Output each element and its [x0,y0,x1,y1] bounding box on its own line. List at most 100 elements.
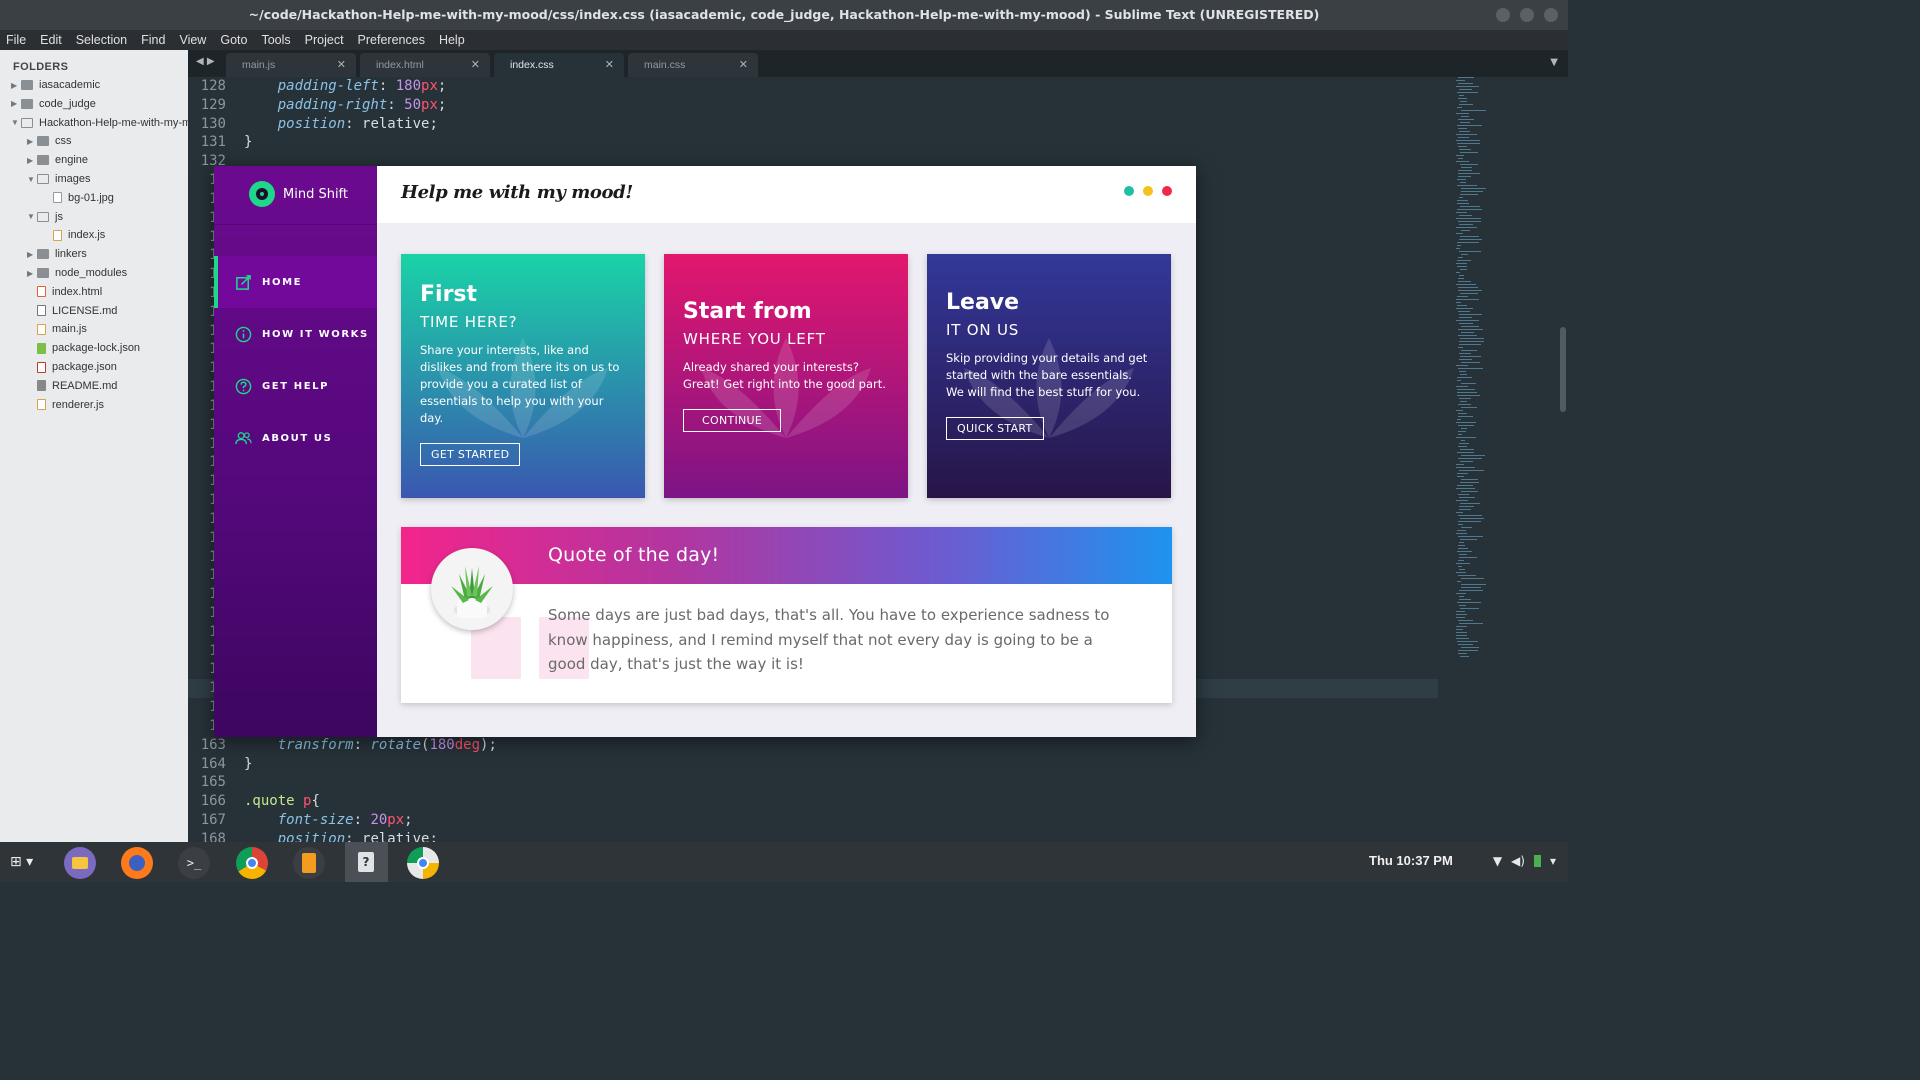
minimap-line [1461,110,1486,111]
tab-index-css[interactable]: index.css ✕ [494,53,624,77]
code-line[interactable]: 130 position: relative; [188,115,1438,134]
menu-find[interactable]: Find [141,33,165,47]
sublime-icon[interactable] [293,847,325,879]
sidebar-item[interactable]: LICENSE.md [27,302,117,320]
card-subtitle: TIME HERE? [420,313,518,331]
sidebar-item[interactable]: renderer.js [27,396,104,414]
sidebar-item[interactable]: README.md [27,377,117,395]
sidebar-item[interactable]: ▶ node_modules [27,264,127,282]
nav-label: HOW IT WORKS [262,328,369,340]
folders-heading: FOLDERS [13,61,69,73]
minimap-line [1456,302,1461,303]
tray-menu-icon[interactable]: ▾ [1550,854,1556,868]
tab-list-dropdown-icon[interactable]: ▼ [1550,57,1558,68]
code-line[interactable]: 128 padding-left: 180px; [188,77,1438,96]
menu-view[interactable]: View [179,33,206,47]
code-line[interactable]: 129 padding-right: 50px; [188,96,1438,115]
terminal-icon[interactable]: >_ [178,847,210,879]
tab-main-css[interactable]: main.css ✕ [628,53,758,77]
unknown-app-icon[interactable]: ? [345,842,388,882]
file-icon [53,229,62,241]
code-line[interactable]: 165 [188,773,1438,792]
sidebar-item[interactable]: main.js [27,320,87,338]
menu-help[interactable]: Help [439,33,465,47]
sidebar-item[interactable]: package-lock.json [27,339,140,357]
tab-nav-arrows-icon[interactable]: ◀ ▶ [196,56,215,67]
sidebar-item-label: bg-01.jpg [68,191,114,204]
collapsed-arrow-icon[interactable]: ▶ [11,81,21,90]
collapsed-arrow-icon[interactable]: ▶ [27,156,37,165]
sidebar-item[interactable]: ▼ js [27,208,63,226]
chrome-icon[interactable] [236,847,268,879]
code-line[interactable]: 164} [188,755,1438,774]
files-icon[interactable] [64,847,96,879]
collapsed-arrow-icon[interactable]: ▶ [27,137,37,146]
expanded-arrow-icon[interactable]: ▼ [27,175,37,184]
nav-item-about-us[interactable]: ABOUT US [214,412,377,464]
minimap[interactable] [1448,77,1568,842]
chromium-icon[interactable] [407,847,439,879]
minimap-line [1458,515,1482,516]
minimap-line [1456,86,1479,87]
close-tab-icon[interactable]: ✕ [337,53,346,77]
minimap-line [1457,452,1474,453]
close-button[interactable] [1544,8,1558,22]
sidebar-item[interactable]: package.json [27,358,117,376]
tab-main-js[interactable]: main.js ✕ [226,53,356,77]
menu-tools[interactable]: Tools [261,33,290,47]
brand[interactable]: Mind Shift [249,181,348,207]
code-line[interactable]: 163 transform: rotate(180deg); [188,736,1438,755]
minimap-line [1457,581,1461,582]
teal-dot-icon[interactable] [1124,186,1134,196]
sidebar-item[interactable]: ▶ engine [27,151,88,169]
sidebar-item-label: package.json [52,361,117,373]
editor-scrollbar[interactable] [1560,327,1566,412]
minimap-line [1456,626,1467,627]
close-tab-icon[interactable]: ✕ [471,53,480,77]
quick-start-button[interactable]: QUICK START [946,417,1044,440]
sidebar-item[interactable]: ▶ linkers [27,245,87,263]
menu-preferences[interactable]: Preferences [358,33,425,47]
volume-icon[interactable]: ◀) [1511,854,1525,868]
collapsed-arrow-icon[interactable]: ▶ [27,250,37,259]
code-line[interactable]: 167 font-size: 20px; [188,811,1438,830]
sidebar-item[interactable]: ▶ code_judge [11,95,96,113]
minimize-button[interactable] [1496,8,1510,22]
maximize-button[interactable] [1520,8,1534,22]
menu-project[interactable]: Project [305,33,344,47]
wifi-icon[interactable]: ▼ [1493,854,1502,868]
nav-item-home[interactable]: HOME [214,256,377,308]
get-started-button[interactable]: GET STARTED [420,443,521,466]
menu-edit[interactable]: Edit [40,33,62,47]
red-dot-icon[interactable] [1162,186,1172,196]
minimap-line [1457,260,1471,261]
firefox-icon[interactable] [121,847,153,879]
sidebar-item[interactable]: ▼ images [27,170,90,188]
close-tab-icon[interactable]: ✕ [605,53,614,77]
menu-goto[interactable]: Goto [220,33,247,47]
menu-file[interactable]: File [6,33,26,47]
menu-selection[interactable]: Selection [76,33,127,47]
collapsed-arrow-icon[interactable]: ▶ [11,99,21,108]
sidebar-item[interactable]: index.js [43,226,105,244]
clock[interactable]: Thu 10:37 PM [1369,853,1453,868]
sidebar-item[interactable]: bg-01.jpg [43,189,114,207]
sidebar-item[interactable]: ▶ css [27,132,72,150]
tab-index-html[interactable]: index.html ✕ [360,53,490,77]
close-tab-icon[interactable]: ✕ [739,53,748,77]
sidebar-item[interactable]: index.html [27,283,102,301]
continue-button[interactable]: CONTINUE [683,409,782,432]
battery-icon[interactable] [1533,855,1541,867]
expanded-arrow-icon[interactable]: ▼ [27,212,37,221]
expanded-arrow-icon[interactable]: ▼ [11,118,21,127]
code-line[interactable]: 166 .quote p{ [188,792,1438,811]
sidebar-item[interactable]: ▼ Hackathon-Help-me-with-my-mood [11,114,188,132]
minimap-line [1458,278,1464,279]
nav-item-get-help[interactable]: GET HELP [214,360,377,412]
nav-item-how-it-works[interactable]: HOW IT WORKS [214,308,377,360]
code-line[interactable]: 131} [188,133,1438,152]
collapsed-arrow-icon[interactable]: ▶ [27,269,37,278]
sidebar-item[interactable]: ▶ iasacademic [11,76,100,94]
yellow-dot-icon[interactable] [1143,186,1153,196]
app-launcher-icon[interactable]: ⊞ ▾ [10,854,33,870]
